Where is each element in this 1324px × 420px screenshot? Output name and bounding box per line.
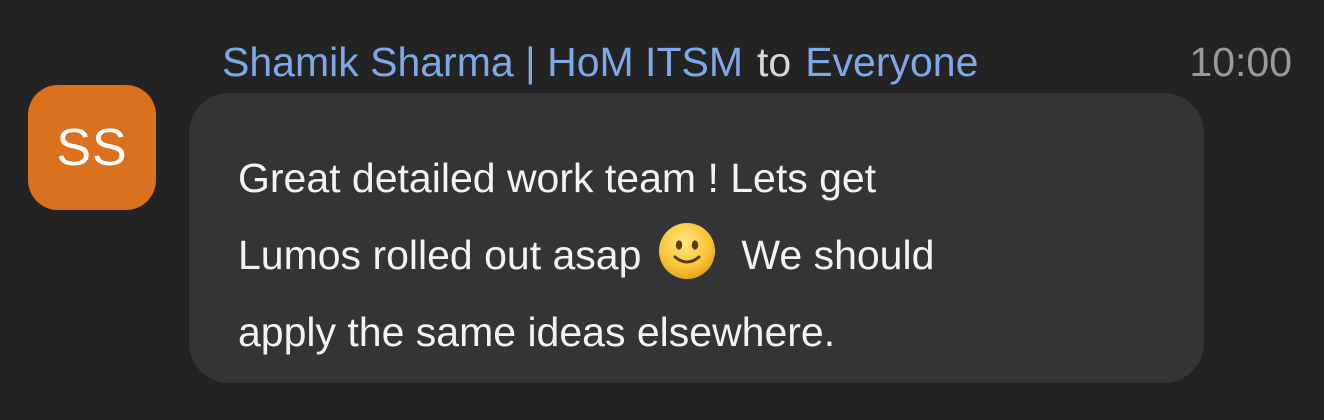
- message-text: We should: [741, 232, 935, 278]
- recipient-separator: to: [757, 38, 792, 85]
- message-bubble[interactable]: Great detailed work team ! Lets get Lumo…: [189, 93, 1204, 383]
- sender-name[interactable]: Shamik Sharma | HoM ITSM: [222, 41, 743, 83]
- message-text-line: Great detailed work team ! Lets get: [238, 140, 1164, 217]
- message-header: Shamik Sharma | HoM ITSM to Everyone 10:…: [222, 36, 1292, 88]
- message-timestamp: 10:00: [1189, 38, 1292, 85]
- message-text-line: apply the same ideas elsewhere.: [238, 294, 1164, 371]
- message-text: Great detailed work team ! Lets get: [238, 155, 877, 201]
- slightly-smiling-face-emoji-icon: [659, 223, 716, 279]
- chat-message: SS Shamik Sharma | HoM ITSM to Everyone …: [0, 0, 1324, 420]
- message-text: Lumos rolled out asap: [238, 232, 642, 278]
- message-text: apply the same ideas elsewhere.: [238, 309, 836, 355]
- avatar-initials: SS: [56, 118, 128, 177]
- recipient-name[interactable]: Everyone: [805, 41, 978, 83]
- message-text-line: Lumos rolled out asap We should: [238, 217, 1164, 294]
- avatar[interactable]: SS: [28, 85, 156, 210]
